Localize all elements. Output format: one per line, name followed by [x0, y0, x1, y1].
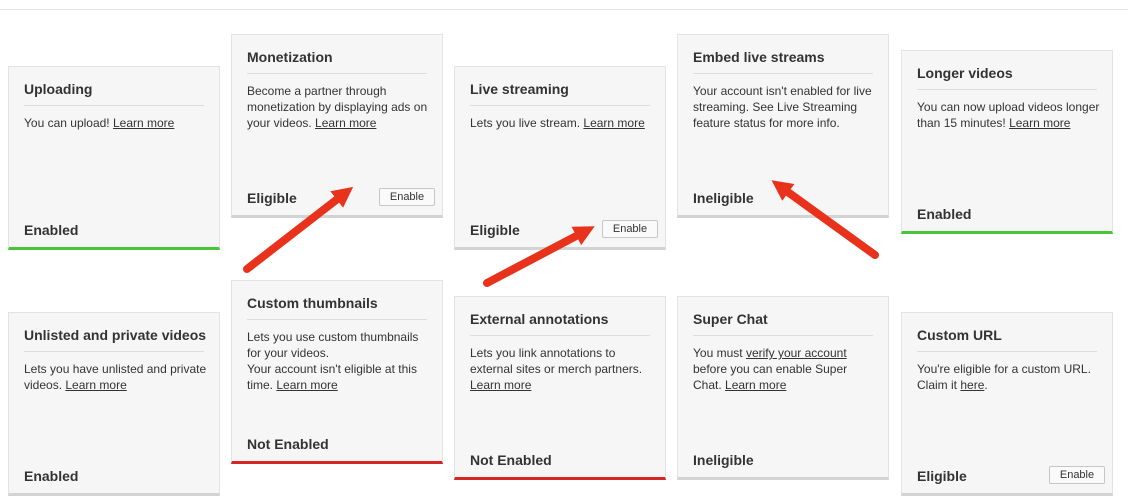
enable-button[interactable]: Enable	[602, 220, 658, 238]
learn-more-link[interactable]: Learn more	[65, 378, 126, 392]
card-title: Embed live streams	[693, 49, 873, 74]
learn-more-link[interactable]: Learn more	[470, 378, 531, 392]
learn-more-link[interactable]: Learn more	[1009, 116, 1070, 130]
card-monetization: Monetization Become a partner through mo…	[231, 34, 443, 218]
card-custom-thumbnails: Custom thumbnails Lets you use custom th…	[231, 280, 443, 464]
status-label: Enabled	[24, 222, 79, 238]
status-label: Enabled	[24, 468, 79, 484]
card-description: You can upload! Learn more	[24, 116, 175, 130]
card-external-annotations: External annotations Lets you link annot…	[454, 296, 666, 480]
card-title: Live streaming	[470, 81, 650, 106]
card-longer-videos: Longer videos You can now upload videos …	[901, 50, 1113, 234]
learn-more-link[interactable]: Learn more	[315, 116, 376, 130]
claim-here-link[interactable]: here	[960, 378, 984, 392]
card-title: Custom URL	[917, 327, 1097, 352]
status-label: Eligible	[470, 222, 520, 238]
learn-more-link[interactable]: Learn more	[113, 116, 174, 130]
status-label: Enabled	[917, 206, 972, 222]
card-description: Lets you link annotations to external si…	[470, 346, 643, 392]
learn-more-link[interactable]: Learn more	[725, 378, 786, 392]
status-label: Eligible	[917, 468, 967, 484]
card-description: Lets you use custom thumbnails for your …	[247, 330, 419, 392]
status-label: Eligible	[247, 190, 297, 206]
card-description: You're eligible for a custom URL. Claim …	[917, 362, 1091, 392]
card-title: Custom thumbnails	[247, 295, 427, 320]
card-title: Longer videos	[917, 65, 1097, 90]
card-uploading: Uploading You can upload! Learn more Ena…	[8, 66, 220, 250]
verify-account-link[interactable]: verify your account	[746, 346, 847, 360]
card-title: Uploading	[24, 81, 204, 106]
card-title: Super Chat	[693, 311, 873, 336]
card-description: You must verify your account before you …	[693, 346, 848, 392]
status-label: Ineligible	[693, 190, 754, 206]
enable-button[interactable]: Enable	[1049, 466, 1105, 484]
status-label: Not Enabled	[470, 452, 552, 468]
card-title: Monetization	[247, 49, 427, 74]
card-description: Your account isn't enabled for live stre…	[693, 84, 872, 130]
status-label: Ineligible	[693, 452, 754, 468]
card-title: Unlisted and private videos	[24, 327, 206, 352]
card-custom-url: Custom URL You're eligible for a custom …	[901, 312, 1113, 496]
card-super-chat: Super Chat You must verify your account …	[677, 296, 889, 480]
card-embed-live-streams: Embed live streams Your account isn't en…	[677, 34, 889, 218]
learn-more-link[interactable]: Learn more	[276, 378, 337, 392]
card-live-streaming: Live streaming Lets you live stream. Lea…	[454, 66, 666, 250]
learn-more-link[interactable]: Learn more	[583, 116, 644, 130]
card-description: Lets you live stream. Learn more	[470, 116, 645, 130]
card-title: External annotations	[470, 311, 650, 336]
status-label: Not Enabled	[247, 436, 329, 452]
card-unlisted-private-videos: Unlisted and private videos Lets you hav…	[8, 312, 220, 496]
enable-button[interactable]: Enable	[379, 188, 435, 206]
top-divider	[0, 9, 1128, 10]
card-description: Become a partner through monetization by…	[247, 84, 428, 130]
card-description: Lets you have unlisted and private video…	[24, 362, 207, 392]
card-description: You can now upload videos longer than 15…	[917, 100, 1100, 130]
